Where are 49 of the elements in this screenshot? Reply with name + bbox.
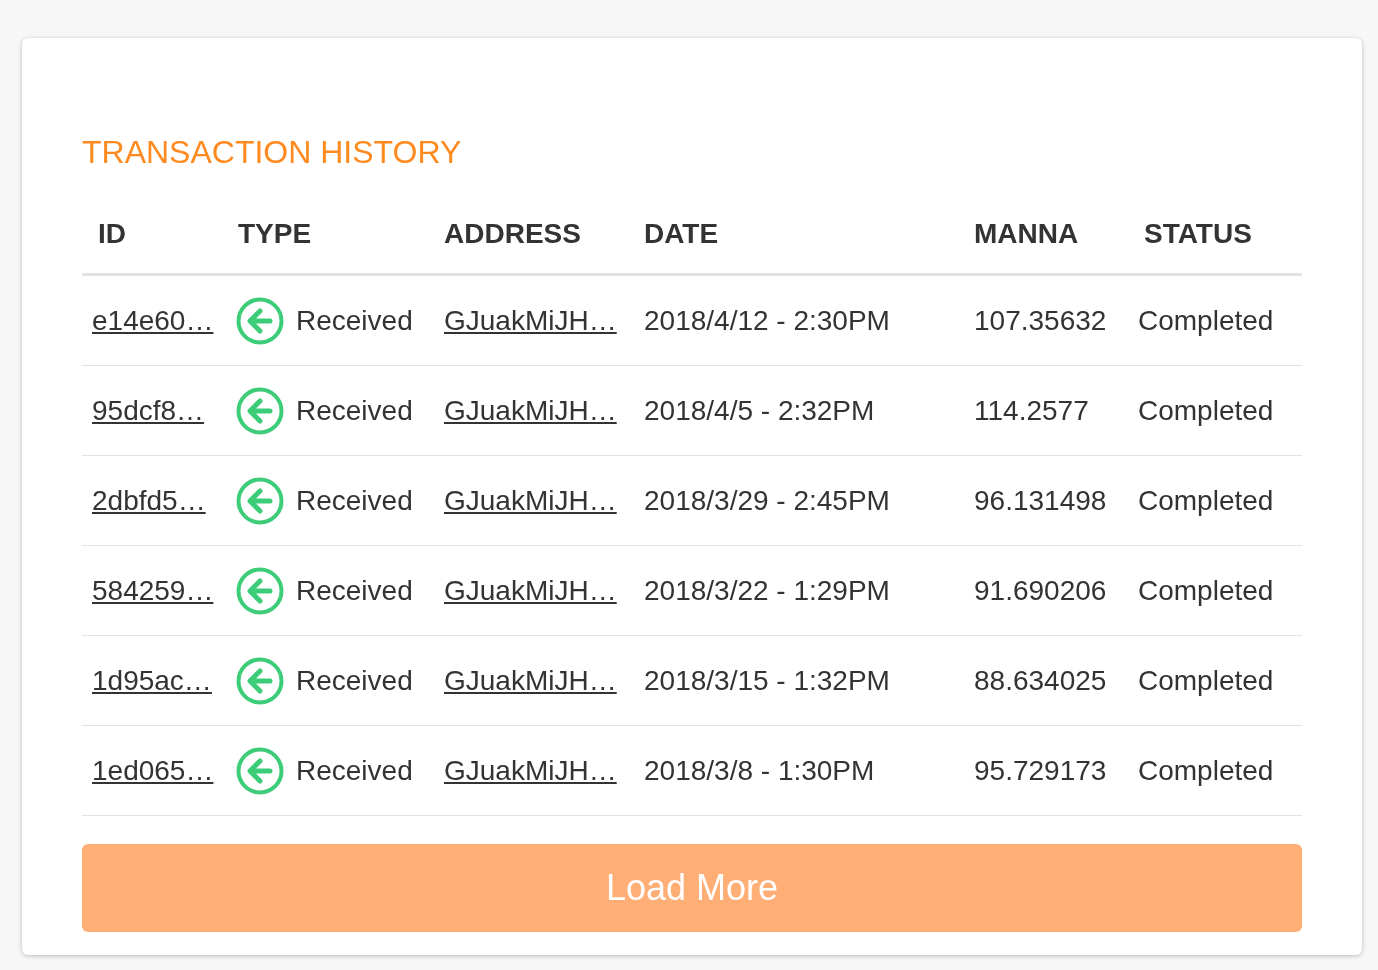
transaction-type: Received [296,753,413,788]
transaction-date: 2018/3/8 - 1:30PM [644,753,875,788]
transaction-status: Completed [1138,663,1274,698]
manna-amount: 96.131498 [974,483,1107,518]
address-link[interactable]: GJuakMiJH… [444,659,617,702]
left-arrow-circle-icon [236,476,284,525]
transaction-type: Received [296,393,413,428]
manna-amount: 91.690206 [974,573,1107,608]
column-header: STATUS [1144,217,1252,251]
transaction-date: 2018/3/22 - 1:29PM [644,573,890,608]
address-link[interactable]: GJuakMiJH… [444,749,617,792]
transaction-type: Received [296,483,413,518]
transaction-status: Completed [1138,393,1274,428]
transaction-status: Completed [1138,573,1274,608]
address-link[interactable]: GJuakMiJH… [444,569,617,612]
transaction-status: Completed [1138,483,1274,518]
left-arrow-circle-icon [236,656,284,705]
column-header: ID [98,217,126,251]
column-header: MANNA [974,217,1079,251]
transaction-type: Received [296,303,413,338]
column-header: ADDRESS [444,217,581,251]
manna-amount: 114.2577 [974,393,1089,428]
transaction-date: 2018/4/12 - 2:30PM [644,303,890,338]
transaction-date: 2018/3/29 - 2:45PM [644,483,890,518]
column-header: TYPE [238,217,312,251]
left-arrow-circle-icon [236,296,284,345]
address-link[interactable]: GJuakMiJH… [444,299,617,342]
address-link[interactable]: GJuakMiJH… [444,389,617,432]
left-arrow-circle-icon [236,566,284,615]
section-title: TRANSACTION HISTORY [82,133,462,172]
transaction-id-link[interactable]: 1ed065… [92,749,214,792]
transaction-status: Completed [1138,753,1274,788]
address-link[interactable]: GJuakMiJH… [444,479,617,522]
transaction-status: Completed [1138,303,1274,338]
transaction-id-link[interactable]: 95dcf8… [92,389,205,432]
transaction-id-link[interactable]: e14e60… [92,299,214,342]
transaction-id-link[interactable]: 2dbfd5… [92,479,206,522]
transaction-date: 2018/3/15 - 1:32PM [644,663,890,698]
transaction-type: Received [296,663,413,698]
left-arrow-circle-icon [236,746,284,795]
manna-amount: 88.634025 [974,663,1107,698]
left-arrow-circle-icon [236,386,284,435]
manna-amount: 95.729173 [974,753,1107,788]
transaction-id-link[interactable]: 1d95ac… [92,659,212,702]
transaction-date: 2018/4/5 - 2:32PM [644,393,875,428]
transaction-id-link[interactable]: 584259… [92,569,214,612]
manna-amount: 107.35632 [974,303,1107,338]
transaction-type: Received [296,573,413,608]
column-header: DATE [644,217,719,251]
